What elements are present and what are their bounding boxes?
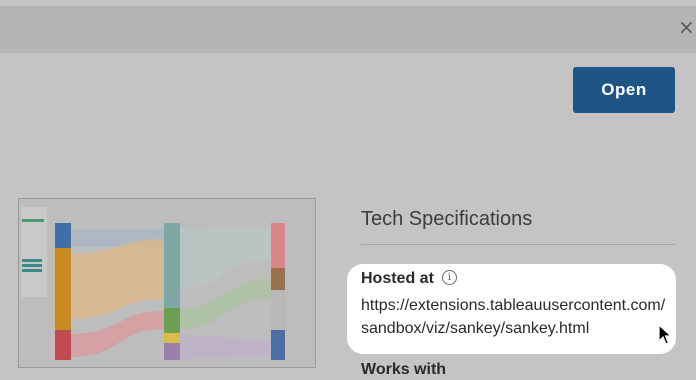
open-button[interactable]: Open (573, 67, 675, 113)
hosted-at-label: Hosted at (361, 270, 434, 287)
close-icon[interactable]: × (678, 16, 696, 38)
info-icon[interactable]: i (442, 270, 457, 285)
extension-preview-thumbnail (18, 198, 316, 368)
tech-specifications-heading: Tech Specifications (361, 208, 533, 230)
dialog-header-bar (0, 6, 696, 53)
section-divider (361, 244, 675, 245)
hosted-url: https://extensions.tableauusercontent.co… (361, 297, 666, 337)
works-with-heading: Works with (361, 361, 447, 378)
hosted-at-card: Hosted at i https://extensions.tableauus… (347, 264, 676, 354)
mouse-pointer-icon (658, 324, 672, 345)
